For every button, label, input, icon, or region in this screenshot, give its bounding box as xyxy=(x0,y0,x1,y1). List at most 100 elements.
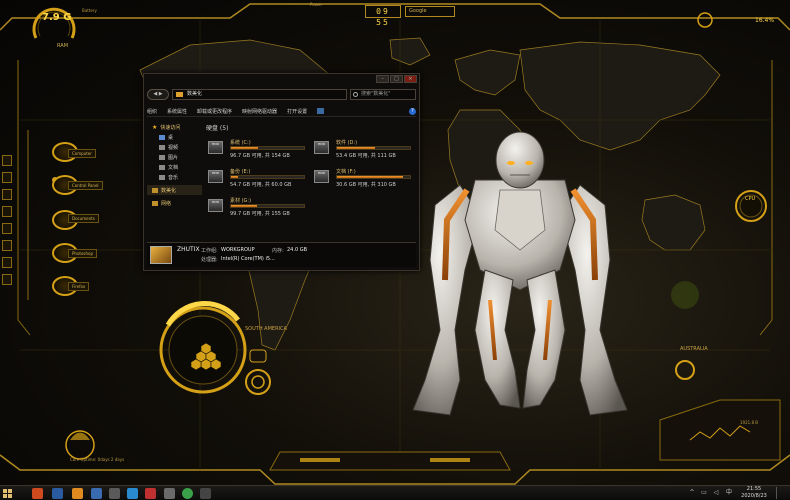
side-app-icon[interactable] xyxy=(2,172,12,183)
memory-value: 24.0 GB xyxy=(287,247,308,253)
ram-gauge xyxy=(32,7,76,39)
power-label: Power xyxy=(310,2,323,7)
uptime-label: Core Uptime: 0days 2 days xyxy=(70,457,125,462)
drive-item[interactable]: HDD 软件 (D:) 53.4 GB 可用, 共 111 GB xyxy=(314,139,414,165)
back-forward-buttons[interactable]: ◀ ▶ xyxy=(147,89,169,100)
close-button[interactable]: × xyxy=(404,75,417,83)
explorer-app-icon[interactable] xyxy=(72,488,83,499)
drive-space-info: 96.7 GB 可用, 共 154 GB xyxy=(230,153,290,159)
hex-gauge-widget xyxy=(159,301,271,395)
nav-item-music[interactable]: 音乐 xyxy=(147,172,202,182)
drive-item[interactable]: HDD 系统 (C:) 96.7 GB 可用, 共 154 GB xyxy=(208,139,308,165)
drive-usage-bar xyxy=(336,175,411,179)
battery-label: Battery xyxy=(82,8,97,13)
address-bar[interactable]: 数美化 xyxy=(172,89,347,100)
help-icon[interactable]: ? xyxy=(409,107,416,115)
side-app-icon[interactable] xyxy=(2,257,12,268)
pc-name: ZHUTIX xyxy=(177,246,200,253)
file-explorer-window[interactable]: – □ × ◀ ▶ 数美化 搜索"数美化" 组织 系统属性 卸载或更改程序 映射… xyxy=(143,73,420,271)
drive-item[interactable]: HDD 备份 (E:) 54.7 GB 可用, 共 60.0 GB xyxy=(208,168,308,194)
nav-item-videos[interactable]: 视频 xyxy=(147,142,202,152)
command-toolbar: 组织 系统属性 卸载或更改程序 映射网络驱动器 打开设置 ? xyxy=(147,106,416,117)
video-icon xyxy=(159,144,165,150)
photoshop-button-label[interactable]: Photoshop xyxy=(68,249,98,258)
nav-item-pictures[interactable]: 图片 xyxy=(147,152,202,162)
robot-wallpaper-figure xyxy=(412,131,628,416)
word-app-icon[interactable] xyxy=(52,488,63,499)
nav-quick-access[interactable]: ★ 快速访问 xyxy=(147,122,202,132)
taskbar-time: 21:55 xyxy=(746,486,762,492)
show-desktop-button[interactable] xyxy=(776,487,788,499)
nav-network[interactable]: 网络 xyxy=(147,198,202,208)
drive-usage-fill xyxy=(231,176,238,178)
map-network-drive-button[interactable]: 映射网络驱动器 xyxy=(242,108,277,115)
drive-name: 素材 (G:) xyxy=(230,198,252,204)
app-icon[interactable] xyxy=(164,488,175,499)
cpu-percent: 16.4% xyxy=(755,17,775,24)
app-icon[interactable] xyxy=(145,488,156,499)
network-icon xyxy=(152,200,158,206)
tray-arrow-icon[interactable]: ^ xyxy=(688,489,696,497)
side-app-icon[interactable] xyxy=(2,240,12,251)
network-icon[interactable]: ▭ xyxy=(700,489,708,497)
search-placeholder: 搜索"数美化" xyxy=(361,91,391,97)
drive-usage-bar xyxy=(230,175,305,179)
ime-indicator[interactable]: 中 xyxy=(725,489,733,497)
firefox-button-label[interactable]: Firefox xyxy=(68,282,90,291)
hard-drive-icon: HDD xyxy=(208,170,223,183)
uninstall-program-button[interactable]: 卸载或更改程序 xyxy=(197,108,232,115)
chrome-app-icon[interactable] xyxy=(182,488,193,499)
document-icon xyxy=(159,164,165,170)
navigation-pane: ★ 快速访问 桌 视频 图片 文档 音乐 数美化 网络 xyxy=(147,122,202,239)
drives-content-area: 硬盘 (5) HDD 系统 (C:) 96.7 GB 可用, 共 154 GB … xyxy=(204,120,416,239)
app-icon[interactable] xyxy=(200,488,211,499)
ram-value: 7.9 G xyxy=(42,12,72,23)
taskbar-clock[interactable]: 21:55 2020/8/23 xyxy=(739,486,769,500)
start-button-icon[interactable] xyxy=(2,488,13,499)
nav-item-desktop[interactable]: 桌 xyxy=(147,132,202,142)
volume-icon[interactable]: ◁ xyxy=(712,489,720,497)
search-icon xyxy=(353,92,358,97)
side-app-icon[interactable] xyxy=(2,189,12,200)
google-search-widget[interactable]: Google xyxy=(405,6,455,17)
drive-usage-bar xyxy=(230,146,305,150)
office-app-icon[interactable] xyxy=(32,488,43,499)
side-app-icon[interactable] xyxy=(2,274,12,285)
side-app-icon[interactable] xyxy=(2,155,12,166)
drive-space-info: 53.4 GB 可用, 共 111 GB xyxy=(336,153,396,159)
documents-button-label[interactable]: Documents xyxy=(68,214,99,223)
desktop-wallpaper: 7.9 G RAM Battery Power 09 55 Google 16.… xyxy=(0,0,790,485)
control-panel-button-label[interactable]: Control Panel xyxy=(68,181,103,190)
system-properties-button[interactable]: 系统属性 xyxy=(167,108,187,115)
picture-icon xyxy=(159,154,165,160)
open-settings-button[interactable]: 打开设置 xyxy=(287,108,307,115)
computer-icon xyxy=(152,187,158,193)
details-pane: ZHUTIX 工作组: WORKGROUP 内存: 24.0 GB 处理器: I… xyxy=(147,242,416,267)
minimize-button[interactable]: – xyxy=(376,75,389,83)
drives-group-title[interactable]: 硬盘 (5) xyxy=(206,123,228,132)
australia-label: AUSTRALIA xyxy=(680,346,708,352)
drive-name: 软件 (D:) xyxy=(336,140,358,146)
side-app-icon[interactable] xyxy=(2,223,12,234)
nav-this-pc[interactable]: 数美化 xyxy=(147,185,202,195)
side-app-icon[interactable] xyxy=(2,206,12,217)
drive-name: 备份 (E:) xyxy=(230,169,251,175)
drive-item[interactable]: HDD 文档 (F:) 30.6 GB 可用, 共 310 GB xyxy=(314,168,414,194)
app-icon[interactable] xyxy=(91,488,102,499)
nav-item-documents[interactable]: 文档 xyxy=(147,162,202,172)
maximize-button[interactable]: □ xyxy=(390,75,403,83)
drive-item[interactable]: HDD 素材 (G:) 99.7 GB 可用, 共 155 GB xyxy=(208,197,308,223)
memory-label: 内存: xyxy=(272,248,284,254)
search-input[interactable]: 搜索"数美化" xyxy=(350,89,416,100)
edge-app-icon[interactable] xyxy=(127,488,138,499)
organize-button[interactable]: 组织 xyxy=(147,108,157,115)
drive-name: 文档 (F:) xyxy=(336,169,356,175)
drive-usage-fill xyxy=(337,147,375,149)
address-path: 数美化 xyxy=(187,91,203,97)
hard-drive-icon: HDD xyxy=(208,199,223,212)
ram-label: RAM xyxy=(57,43,69,49)
app-icon[interactable] xyxy=(109,488,120,499)
address-row: ◀ ▶ 数美化 搜索"数美化" xyxy=(147,88,416,101)
view-options-icon[interactable] xyxy=(317,108,325,114)
computer-button-label[interactable]: Computer xyxy=(68,149,96,158)
